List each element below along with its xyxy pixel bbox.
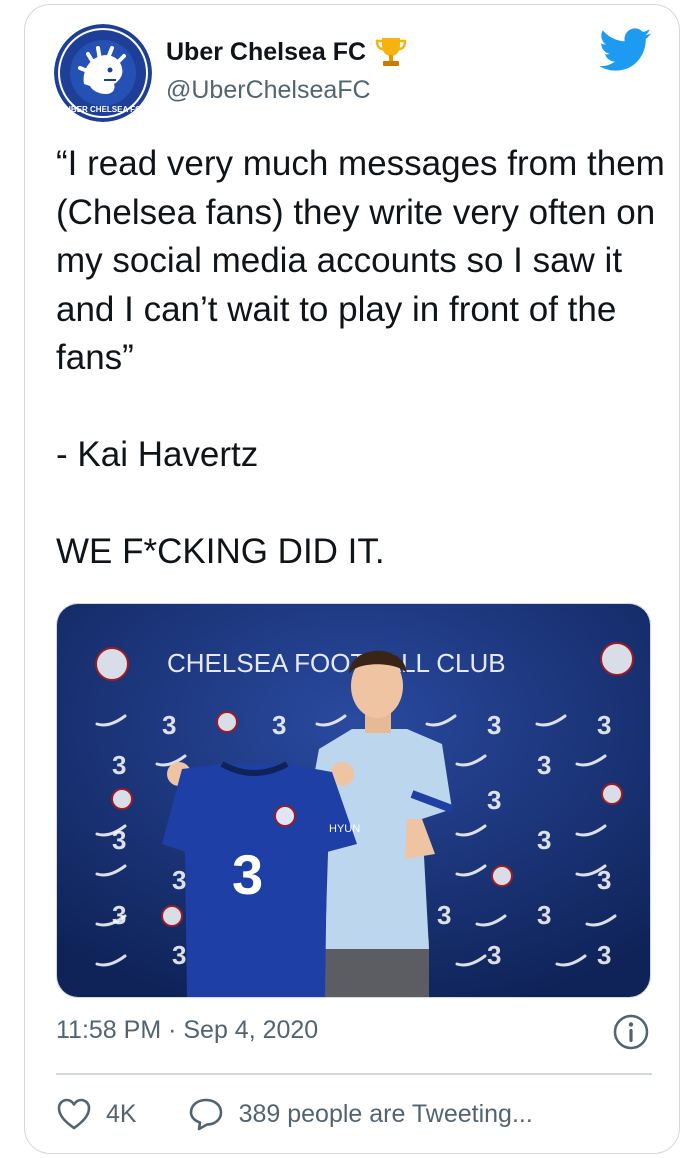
svg-text:3: 3 bbox=[597, 940, 611, 970]
separator: · bbox=[161, 1016, 184, 1044]
svg-text:3: 3 bbox=[537, 825, 551, 855]
tweeting-text: 389 people are Tweeting... bbox=[238, 1099, 533, 1128]
date: Sep 4, 2020 bbox=[183, 1016, 319, 1044]
tweet-text: “I read very much messages from them (Ch… bbox=[56, 144, 665, 571]
svg-text:3: 3 bbox=[112, 900, 126, 930]
svg-text:3: 3 bbox=[487, 710, 501, 740]
tweet-media[interactable]: 3 3 3 3 3 3 3 3 3 3 3 3 3 3 3 3 3 CHELSEA FOOTBALL … bbox=[56, 603, 651, 998]
svg-text:3: 3 bbox=[597, 710, 611, 740]
action-bar: 4K 389 people are Tweeting... bbox=[56, 1092, 533, 1136]
info-icon[interactable] bbox=[612, 1013, 650, 1051]
like-button[interactable]: 4K bbox=[56, 1097, 137, 1131]
tweeting-button[interactable]: 389 people are Tweeting... bbox=[187, 1096, 533, 1132]
trophy-icon bbox=[375, 38, 407, 66]
svg-text:3: 3 bbox=[272, 710, 286, 740]
player-signing-photo: 3 3 3 3 3 3 3 3 3 3 3 3 3 3 3 3 3 CHELSEA FOOTBALL … bbox=[57, 604, 650, 997]
svg-text:3: 3 bbox=[437, 900, 451, 930]
svg-text:3: 3 bbox=[537, 750, 551, 780]
time: 11:58 PM bbox=[56, 1016, 162, 1044]
divider bbox=[56, 1073, 652, 1075]
svg-text:3: 3 bbox=[172, 865, 186, 895]
avatar-text: UBER CHELSEA FC bbox=[65, 105, 141, 114]
svg-text:3: 3 bbox=[232, 843, 263, 906]
svg-text:3: 3 bbox=[172, 940, 186, 970]
club-logo-icon: UBER CHELSEA FC bbox=[54, 24, 152, 122]
heart-icon bbox=[57, 1098, 91, 1130]
avatar[interactable]: UBER CHELSEA FC bbox=[54, 24, 152, 122]
backdrop-text: CHELSEA FOOTBALL CLUB bbox=[167, 648, 506, 678]
timestamp[interactable]: 11:58 PM · Sep 4, 2020 bbox=[56, 1016, 318, 1045]
shirt-sponsor: HYUN bbox=[329, 823, 360, 835]
svg-text:3: 3 bbox=[537, 900, 551, 930]
svg-text:3: 3 bbox=[162, 710, 176, 740]
handle[interactable]: @UberChelseaFC bbox=[166, 76, 371, 105]
svg-text:3: 3 bbox=[112, 825, 126, 855]
display-name-text: Uber Chelsea FC bbox=[166, 37, 367, 66]
twitter-bird-icon[interactable] bbox=[600, 28, 652, 72]
svg-text:3: 3 bbox=[487, 785, 501, 815]
svg-text:3: 3 bbox=[597, 865, 611, 895]
speech-bubble-icon bbox=[189, 1098, 222, 1131]
like-count: 4K bbox=[106, 1099, 137, 1128]
display-name[interactable]: Uber Chelsea FC bbox=[166, 35, 408, 69]
svg-text:3: 3 bbox=[487, 940, 501, 970]
svg-text:3: 3 bbox=[112, 750, 126, 780]
